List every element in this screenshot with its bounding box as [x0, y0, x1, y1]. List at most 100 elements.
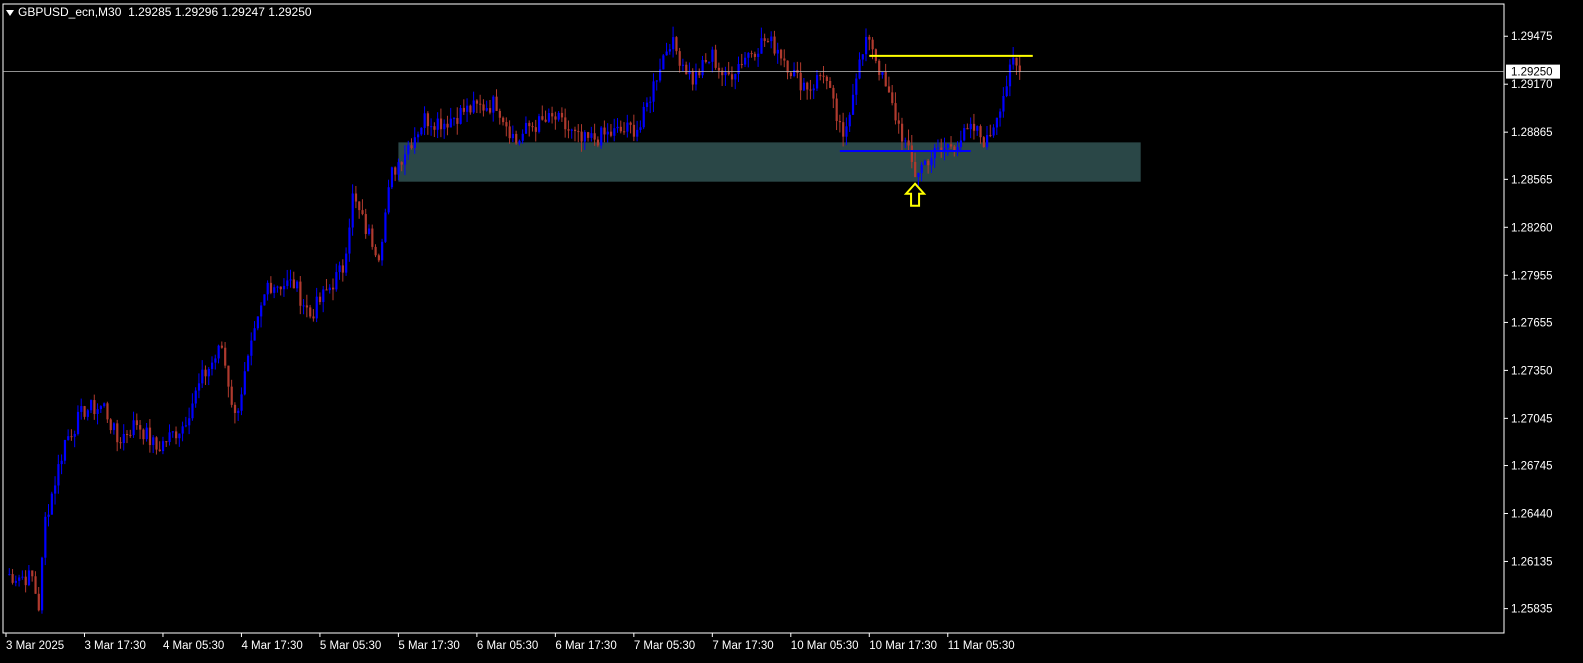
- y-tick-label: 1.27655: [1511, 317, 1553, 329]
- candle-body: [279, 286, 282, 290]
- candle-body: [335, 272, 338, 290]
- y-tick-label: 1.27350: [1511, 365, 1553, 377]
- candle-body: [361, 210, 364, 215]
- candle-body: [668, 49, 672, 52]
- candle-body: [67, 436, 70, 441]
- x-tick-label: 5 Mar 17:30: [398, 640, 459, 652]
- candle-body: [50, 493, 53, 515]
- candle-body: [358, 201, 361, 211]
- candle-body: [14, 580, 18, 583]
- candle-body: [472, 100, 475, 113]
- candle-body: [73, 433, 76, 437]
- candle-body: [753, 53, 757, 57]
- dropdown-triangle-icon[interactable]: [6, 9, 14, 16]
- candle-body: [724, 72, 727, 76]
- candle-body: [240, 394, 243, 411]
- candle-body: [302, 305, 305, 307]
- candle-body: [214, 358, 217, 363]
- candle-body: [989, 135, 992, 137]
- x-tick-label: 10 Mar 05:30: [791, 640, 859, 652]
- candle-body: [600, 127, 603, 146]
- candle-body: [31, 570, 34, 577]
- x-tick-label: 3 Mar 2025: [6, 640, 64, 652]
- candle-body: [158, 449, 161, 452]
- candle-body: [727, 72, 730, 75]
- candle-body: [351, 193, 354, 228]
- candle-body: [528, 122, 531, 127]
- candle-body: [793, 69, 796, 77]
- candle-body: [201, 369, 204, 384]
- candle-body: [855, 78, 858, 95]
- candle-body: [920, 164, 923, 174]
- candle-body: [80, 406, 83, 412]
- candle-body: [449, 118, 452, 128]
- candle-body: [521, 133, 524, 141]
- candle-body: [374, 246, 377, 256]
- candle-body: [547, 113, 551, 122]
- candle-body: [950, 144, 953, 147]
- candle-body: [623, 131, 626, 133]
- candle-body: [443, 123, 446, 130]
- candle-body: [714, 49, 717, 68]
- candle-body: [230, 386, 233, 405]
- candle-body: [367, 228, 371, 234]
- y-tick-label: 1.28565: [1511, 174, 1553, 186]
- candle-body: [763, 38, 766, 41]
- candle-body: [577, 131, 580, 133]
- candle-body: [305, 305, 309, 308]
- x-tick-label: 3 Mar 17:30: [84, 640, 145, 652]
- candle-body: [253, 328, 256, 341]
- candle-body: [809, 89, 812, 91]
- candle-body: [551, 113, 554, 117]
- candle-body: [178, 433, 181, 439]
- candle-body: [819, 75, 822, 77]
- price-chart[interactable]: 1.29475 1.29170 1.28865 1.28565 1.28260 1.279…: [0, 0, 1583, 663]
- candle-body: [488, 108, 492, 113]
- candle-body: [613, 128, 616, 136]
- candle-body: [704, 59, 707, 62]
- candle-body: [923, 160, 927, 165]
- candle-body: [47, 514, 50, 517]
- candle-body: [652, 81, 655, 102]
- candle-body: [103, 403, 106, 407]
- y-tick-label: 1.28260: [1511, 222, 1553, 234]
- candle-body: [439, 118, 443, 130]
- candle-body: [407, 145, 410, 155]
- candle-body: [773, 36, 776, 54]
- candle-body: [341, 265, 345, 273]
- candle-body: [606, 131, 609, 135]
- candle-body: [325, 289, 328, 291]
- y-tick-label: 1.25835: [1511, 604, 1553, 616]
- y-tick-label: 1.28865: [1511, 127, 1553, 139]
- candle-body: [956, 147, 959, 151]
- candle-body: [312, 316, 315, 319]
- candle-body: [106, 403, 109, 420]
- candle-body: [436, 118, 439, 130]
- candle-body: [799, 72, 802, 91]
- candle-body: [979, 126, 982, 138]
- last-price-label: 1.29250: [1511, 67, 1553, 79]
- candle-body: [851, 94, 855, 115]
- candle-body: [364, 214, 367, 234]
- candle-body: [318, 296, 322, 303]
- candle-body: [848, 114, 851, 127]
- candle-body: [70, 436, 73, 438]
- candle-body: [946, 144, 949, 148]
- candle-body: [410, 145, 413, 148]
- candle-body: [783, 58, 786, 61]
- candle-body: [155, 437, 158, 450]
- candle-body: [757, 53, 760, 57]
- candle-body: [868, 36, 871, 40]
- candle-body: [629, 122, 632, 125]
- candle-body: [740, 64, 743, 66]
- candle-body: [430, 126, 433, 128]
- candle-body: [328, 287, 331, 291]
- candle-body: [93, 400, 96, 414]
- candle-body: [394, 167, 397, 175]
- candle-body: [296, 281, 299, 289]
- candle-body: [485, 108, 488, 111]
- candle-body: [904, 140, 907, 142]
- candle-body: [1018, 65, 1021, 72]
- candle-body: [812, 88, 815, 91]
- candle-body: [292, 279, 295, 289]
